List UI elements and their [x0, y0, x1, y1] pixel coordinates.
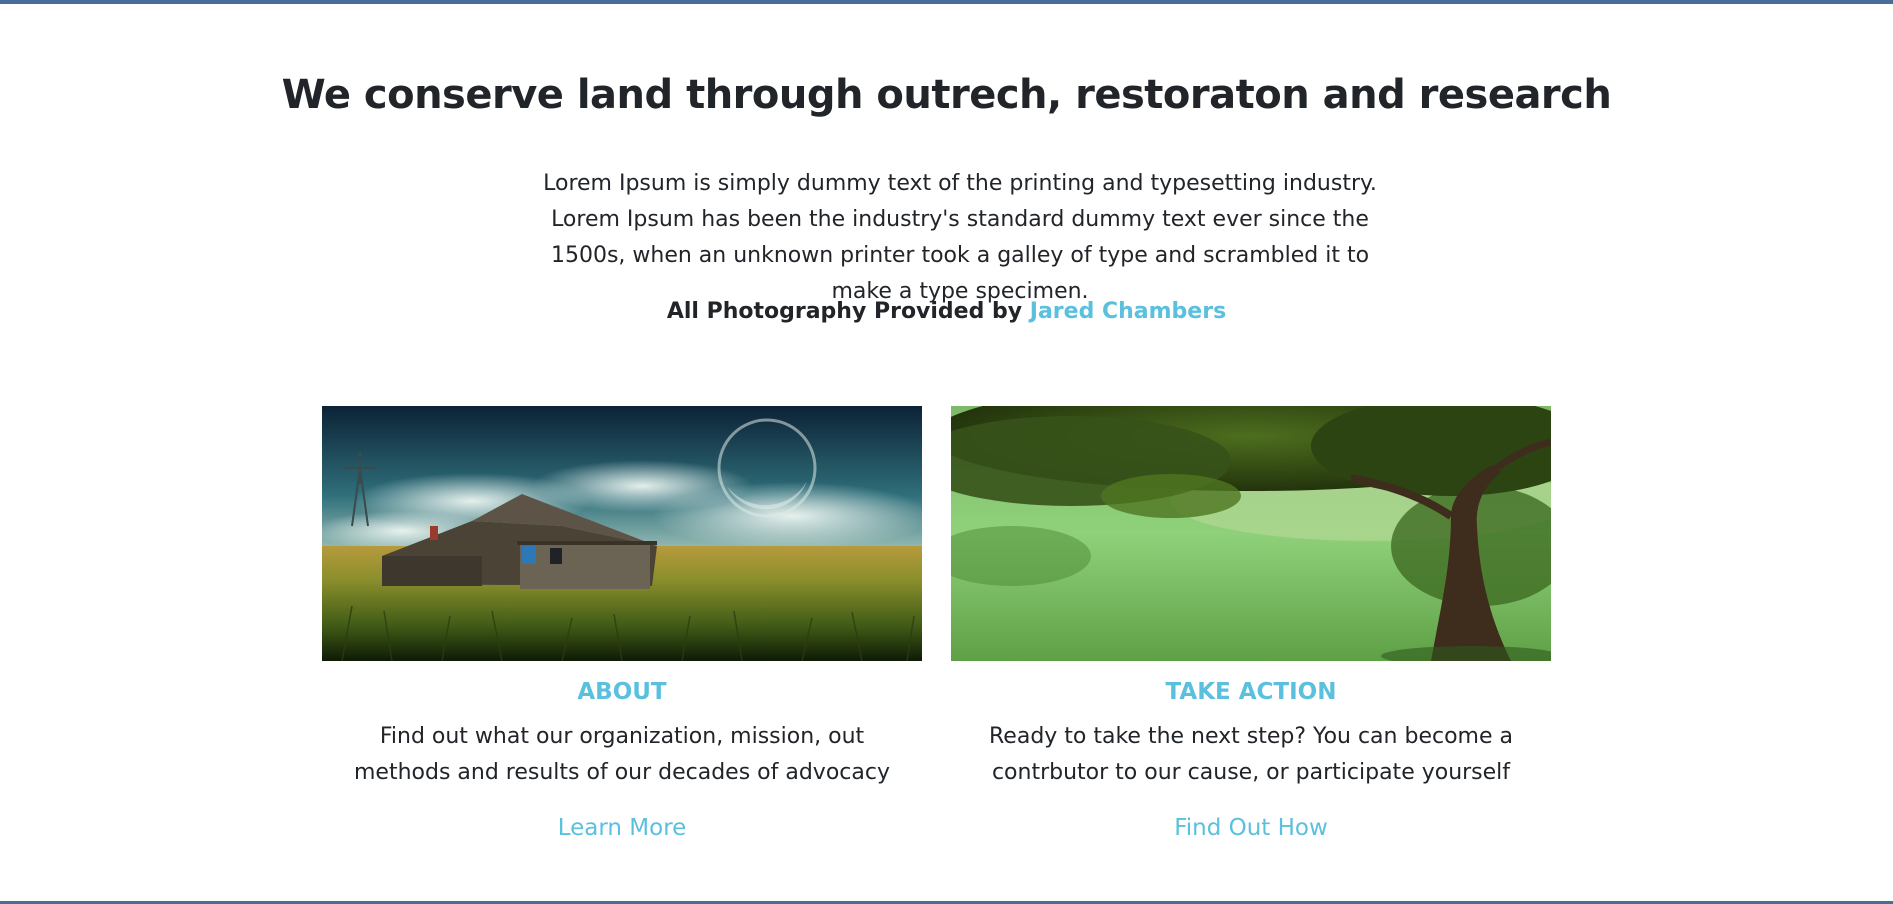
farmhouse-field-moon-photo: [322, 406, 922, 661]
learn-more-link[interactable]: Learn More: [558, 813, 687, 843]
about-description: Find out what our organization, mission,…: [354, 724, 890, 785]
about-title: ABOUT: [577, 679, 667, 705]
page-headline: We conserve land through outrech, restor…: [281, 72, 1612, 118]
take-action-title: TAKE ACTION: [1165, 679, 1337, 705]
photo-credit: All Photography Provided by Jared Chambe…: [0, 297, 1893, 327]
intro-paragraph: Lorem Ipsum is simply dummy text of the …: [543, 171, 1377, 304]
find-out-how-link[interactable]: Find Out How: [1174, 813, 1328, 843]
photo-credit-prefix: All Photography Provided by: [666, 299, 1030, 324]
take-action-card: TAKE ACTION Ready to take the next step?…: [951, 406, 1551, 843]
photographer-link[interactable]: Jared Chambers: [1030, 299, 1226, 324]
page: We conserve land through outrech, restor…: [0, 0, 1893, 904]
tree-meadow-photo: [951, 406, 1551, 661]
about-card: ABOUT Find out what our organization, mi…: [322, 406, 922, 843]
take-action-description: Ready to take the next step? You can bec…: [989, 724, 1513, 785]
